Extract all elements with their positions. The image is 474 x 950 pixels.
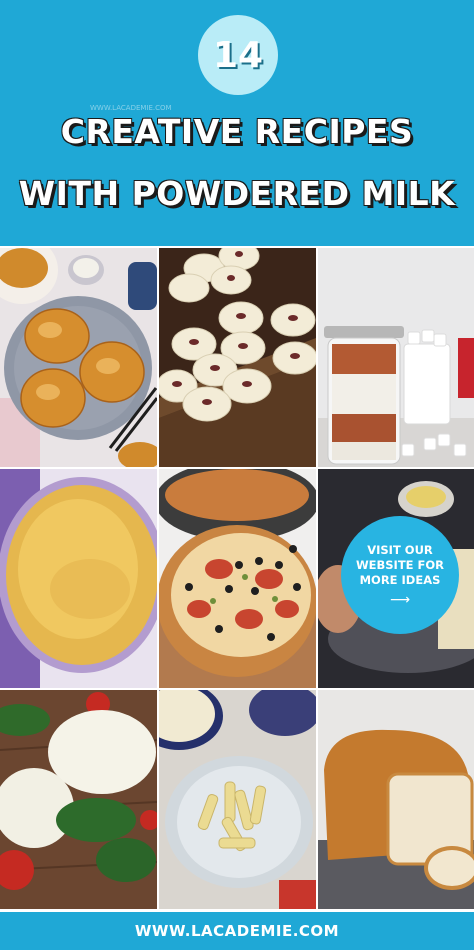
title-line-2: WITH POWDERED MILK bbox=[18, 174, 456, 213]
tile-cocoa-jar[interactable] bbox=[318, 248, 474, 467]
bread-loaf-photo bbox=[318, 690, 474, 909]
visit-website-button[interactable]: VISIT OUR WEBSITE FOR MORE IDEAS ⟶ bbox=[341, 516, 459, 634]
arrow-right-icon: ⟶ bbox=[389, 591, 411, 608]
pie-photo bbox=[0, 469, 157, 688]
tile-bread-rolls[interactable] bbox=[0, 248, 157, 467]
recipe-count: 14 bbox=[212, 34, 264, 76]
website-link[interactable]: WWW.LACADEMIE.COM bbox=[135, 922, 339, 940]
tile-mozzarella[interactable] bbox=[0, 690, 157, 909]
watermark: WWW.LACADEMIE.COM bbox=[90, 104, 172, 112]
pizza-photo bbox=[159, 469, 316, 688]
cheese-photo bbox=[0, 690, 157, 909]
tile-candy-sticks[interactable] bbox=[159, 690, 316, 909]
tile-pizza[interactable] bbox=[159, 469, 316, 688]
footer-bar: WWW.LACADEMIE.COM bbox=[0, 912, 474, 950]
number-badge: 14 bbox=[198, 15, 278, 95]
jar-photo bbox=[318, 248, 474, 467]
sweets-photo bbox=[159, 248, 316, 467]
tile-milk-peda[interactable] bbox=[159, 248, 316, 467]
title-line-1: CREATIVE RECIPES bbox=[60, 112, 414, 151]
candy-sticks-photo bbox=[159, 690, 316, 909]
tile-bread-loaf[interactable] bbox=[318, 690, 474, 909]
bread-rolls-photo bbox=[0, 248, 157, 467]
header-banner: 14 WWW.LACADEMIE.COM CREATIVE RECIPES WI… bbox=[0, 0, 474, 246]
cta-text: VISIT OUR WEBSITE FOR MORE IDEAS bbox=[355, 542, 445, 587]
tile-custard-pie[interactable] bbox=[0, 469, 157, 688]
